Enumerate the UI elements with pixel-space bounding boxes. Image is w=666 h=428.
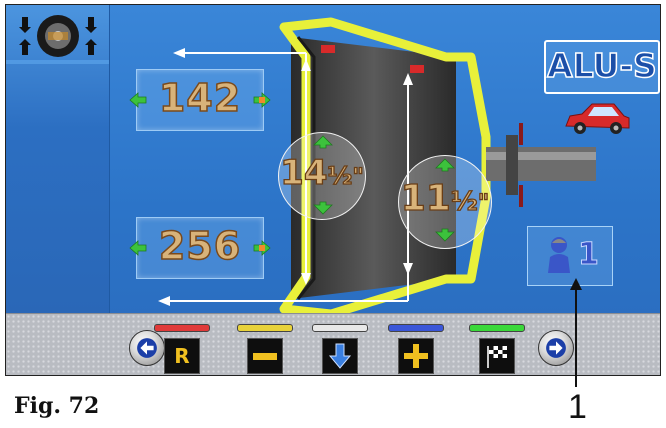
arrow-up-icon[interactable] [313, 135, 333, 149]
arrow-down-icon [328, 343, 352, 369]
callout-arrowhead [570, 278, 582, 290]
arrow-right-icon [546, 338, 566, 358]
function-key-2[interactable] [237, 324, 293, 374]
checkered-flag-icon [487, 346, 507, 368]
key-color-bar-white [312, 324, 368, 332]
function-key-5[interactable] [469, 324, 525, 374]
balancer-screen: 142 256 14½" 11½" ALU-S 1 R [5, 4, 661, 376]
outer-diameter-unit: " [352, 164, 365, 190]
key-color-bar-green [469, 324, 525, 332]
wheel-balancer-icon[interactable] [14, 11, 102, 61]
arrow-down-icon[interactable] [435, 228, 455, 242]
operator-number: 1 [578, 237, 600, 273]
finish-button[interactable] [479, 338, 515, 374]
callout-number: 1 [568, 388, 587, 426]
key-color-bar-yellow [237, 324, 293, 332]
operator-icon [548, 237, 570, 273]
rim-type-label: ALU-S [546, 45, 657, 86]
inner-diameter-whole: 11 [400, 177, 451, 219]
reset-label: R [174, 344, 190, 368]
figure-caption: Fig. 72 [14, 393, 100, 419]
plus-icon [404, 344, 428, 368]
callout-line [575, 283, 577, 387]
function-key-4[interactable] [388, 324, 444, 374]
function-key-3[interactable] [312, 324, 368, 374]
reset-button[interactable]: R [164, 338, 200, 374]
function-key-toolbar: R [6, 313, 660, 375]
left-side-panel [6, 5, 110, 313]
key-color-bar-blue [388, 324, 444, 332]
outer-diameter-fraction: ½ [327, 161, 353, 190]
arrow-up-icon[interactable] [435, 158, 455, 172]
function-key-1[interactable]: R [154, 324, 210, 374]
outer-diameter-display[interactable]: 14½" [278, 132, 366, 220]
operator-selector[interactable]: 1 [527, 226, 613, 286]
outer-diameter-whole: 14 [280, 152, 329, 193]
plus-button[interactable] [398, 338, 434, 374]
key-color-bar-red [154, 324, 210, 332]
inner-diameter-fraction: ½ [450, 186, 478, 217]
inner-diameter-unit: " [477, 190, 490, 216]
rim-type-button[interactable]: ALU-S [544, 40, 660, 94]
minus-button[interactable] [247, 338, 283, 374]
minus-icon [253, 353, 277, 360]
next-page-button[interactable] [538, 330, 574, 366]
inner-diameter-display[interactable]: 11½" [398, 155, 492, 249]
confirm-down-button[interactable] [322, 338, 358, 374]
arrow-down-icon[interactable] [313, 201, 333, 215]
car-icon[interactable] [562, 98, 632, 138]
